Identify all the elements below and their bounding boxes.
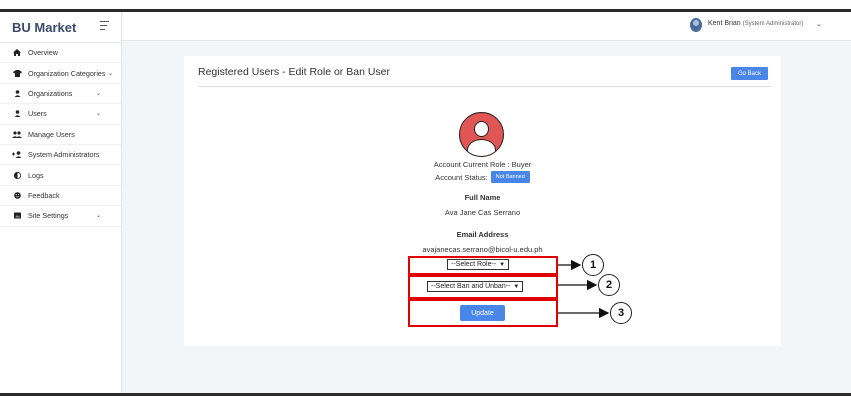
callout-arrows: [558, 259, 610, 319]
callout-number-2: 2: [598, 274, 620, 296]
bottom-border: [0, 393, 851, 396]
callout-number-1: 1: [582, 254, 604, 276]
callout-number-3: 3: [610, 302, 632, 324]
